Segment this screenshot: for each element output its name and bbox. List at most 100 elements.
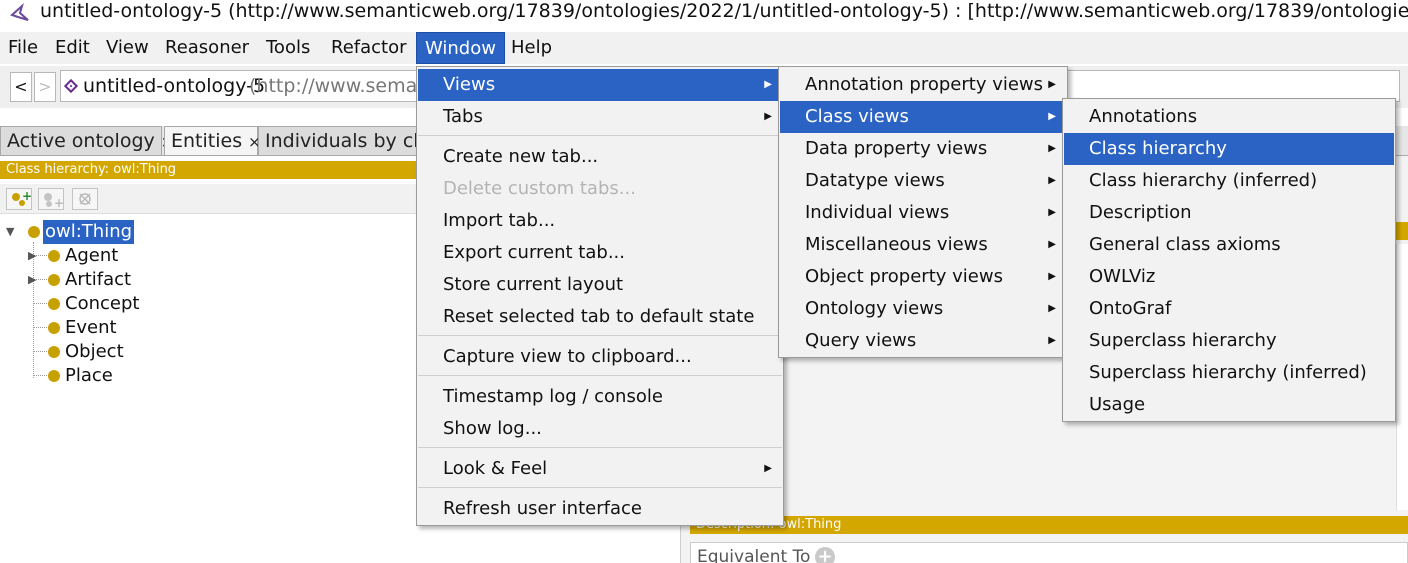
class-label[interactable]: Event xyxy=(65,316,117,340)
back-button[interactable]: < xyxy=(10,72,32,102)
submenu-arrow-icon: ▶ xyxy=(764,79,772,90)
menu-item-description[interactable]: Description xyxy=(1064,197,1394,229)
menu-item-timestamp-log[interactable]: Timestamp log / console xyxy=(418,381,782,413)
tree-row[interactable]: ▶ Artifact xyxy=(0,268,420,292)
expanded-arrow-icon[interactable]: ▼ xyxy=(6,220,16,244)
delete-icon xyxy=(79,193,91,205)
menu-item-query-views[interactable]: Query views ▶ xyxy=(780,325,1066,357)
window-menu: Views ▶ Tabs ▶ Create new tab... Delete cu… xyxy=(416,66,784,526)
protege-app-icon xyxy=(10,3,29,21)
class-hierarchy-header: Class hierarchy: owl:Thing xyxy=(0,161,420,179)
menu-item-individual-views[interactable]: Individual views ▶ xyxy=(780,197,1066,229)
description-header: Description: owl:Thing xyxy=(690,516,1408,534)
menu-item-superclass-hierarchy[interactable]: Superclass hierarchy xyxy=(1064,325,1394,357)
menu-item-class-hierarchy[interactable]: Class hierarchy xyxy=(1064,133,1394,165)
menu-item-views[interactable]: Views ▶ xyxy=(418,69,782,101)
menu-item-reset-selected-tab[interactable]: Reset selected tab to default state xyxy=(418,301,782,333)
tab-active-ontology[interactable]: Active ontology× xyxy=(0,126,173,156)
ontology-iri: (http://www.seman xyxy=(249,75,430,97)
menu-reasoner[interactable]: Reasoner xyxy=(157,32,257,64)
menu-item-label: Tabs xyxy=(443,106,483,127)
menu-item-annotation-property-views[interactable]: Annotation property views ▶ xyxy=(780,69,1066,101)
window-title: untitled-ontology-5 (http://www.semantic… xyxy=(40,0,1408,22)
menu-item-class-views[interactable]: Class views ▶ xyxy=(780,101,1066,133)
forward-button[interactable]: > xyxy=(34,72,56,102)
collapsed-arrow-icon[interactable]: ▶ xyxy=(28,244,38,268)
menu-item-label: Object property views xyxy=(805,266,1003,287)
class-label[interactable]: Object xyxy=(65,340,124,364)
menu-file[interactable]: File xyxy=(0,32,46,64)
class-label[interactable]: Concept xyxy=(65,292,139,316)
menu-view[interactable]: View xyxy=(98,32,157,64)
tree-row[interactable]: ▶ Agent xyxy=(0,244,420,268)
menu-item-owlviz[interactable]: OWLViz xyxy=(1064,261,1394,293)
menu-item-class-hierarchy-inferred[interactable]: Class hierarchy (inferred) xyxy=(1064,165,1394,197)
delete-class-button[interactable] xyxy=(72,188,98,210)
class-label[interactable]: Agent xyxy=(65,244,118,268)
menu-refactor[interactable]: Refactor xyxy=(323,32,415,64)
menu-item-label: Datatype views xyxy=(805,170,945,191)
class-icon xyxy=(48,250,60,262)
submenu-arrow-icon: ▶ xyxy=(764,463,772,474)
equivalent-to-section: Equivalent To + xyxy=(690,542,1408,563)
menu-item-refresh-ui[interactable]: Refresh user interface xyxy=(418,493,782,525)
menu-item-label: Class views xyxy=(805,106,909,127)
menu-separator xyxy=(418,447,782,448)
menu-item-object-property-views[interactable]: Object property views ▶ xyxy=(780,261,1066,293)
menu-item-look-and-feel[interactable]: Look & Feel ▶ xyxy=(418,453,782,485)
menu-item-datatype-views[interactable]: Datatype views ▶ xyxy=(780,165,1066,197)
menu-item-tabs[interactable]: Tabs ▶ xyxy=(418,101,782,133)
menu-help[interactable]: Help xyxy=(503,32,560,64)
menu-tools[interactable]: Tools xyxy=(258,32,318,64)
tree-row[interactable]: Place xyxy=(0,364,420,388)
submenu-arrow-icon: ▶ xyxy=(1048,175,1056,186)
menu-item-delete-custom-tabs: Delete custom tabs... xyxy=(443,178,636,199)
submenu-arrow-icon: ▶ xyxy=(1048,335,1056,346)
collapsed-arrow-icon[interactable]: ▶ xyxy=(28,268,38,292)
menu-separator xyxy=(418,375,782,376)
menu-item-create-new-tab[interactable]: Create new tab... xyxy=(418,141,782,173)
menu-item-miscellaneous-views[interactable]: Miscellaneous views ▶ xyxy=(780,229,1066,261)
class-label[interactable]: Place xyxy=(65,364,113,388)
menu-item-general-class-axioms[interactable]: General class axioms xyxy=(1064,229,1394,261)
tab-entities[interactable]: Entities × xyxy=(164,126,261,156)
submenu-arrow-icon: ▶ xyxy=(1048,207,1056,218)
add-subclass-button[interactable]: + xyxy=(6,188,32,210)
tree-row[interactable]: Object xyxy=(0,340,420,364)
menu-item-data-property-views[interactable]: Data property views ▶ xyxy=(780,133,1066,165)
tree-row-root[interactable]: ▼ owl:Thing xyxy=(0,220,420,244)
menu-window[interactable]: Window xyxy=(416,32,505,64)
submenu-arrow-icon: ▶ xyxy=(1048,79,1056,90)
menu-item-store-current-layout[interactable]: Store current layout xyxy=(418,269,782,301)
class-icon xyxy=(48,370,60,382)
menu-item-import-tab[interactable]: Import tab... xyxy=(418,205,782,237)
menu-item-superclass-hierarchy-inferred[interactable]: Superclass hierarchy (inferred) xyxy=(1064,357,1394,389)
menu-item-label: Views xyxy=(443,74,496,95)
menu-item-ontology-views[interactable]: Ontology views ▶ xyxy=(780,293,1066,325)
menu-item-label: Look & Feel xyxy=(443,458,548,479)
class-dot-icon xyxy=(12,193,20,201)
menu-item-capture-view[interactable]: Capture view to clipboard... xyxy=(418,341,782,373)
add-equivalent-button[interactable]: + xyxy=(815,547,835,563)
menu-item-show-log[interactable]: Show log... xyxy=(418,413,782,445)
menu-item-export-current-tab[interactable]: Export current tab... xyxy=(418,237,782,269)
submenu-arrow-icon: ▶ xyxy=(1048,303,1056,314)
menu-item-usage[interactable]: Usage xyxy=(1064,389,1394,421)
tree-row[interactable]: Event xyxy=(0,316,420,340)
menu-edit[interactable]: Edit xyxy=(47,32,98,64)
plus-icon: + xyxy=(22,189,33,203)
class-dot-icon xyxy=(46,201,52,207)
submenu-arrow-icon: ▶ xyxy=(764,111,772,122)
class-label[interactable]: Artifact xyxy=(65,268,131,292)
add-sibling-button[interactable]: + xyxy=(38,188,64,210)
tree-row[interactable]: Concept xyxy=(0,292,420,316)
class-label[interactable]: owl:Thing xyxy=(43,220,135,244)
menu-item-ontograf[interactable]: OntoGraf xyxy=(1064,293,1394,325)
menu-separator xyxy=(418,135,782,136)
class-icon xyxy=(48,274,60,286)
tab-label: Entities xyxy=(171,130,243,152)
tab-individuals-by-class[interactable]: Individuals by clas xyxy=(258,126,420,156)
ontology-name: untitled-ontology-5 xyxy=(83,75,266,97)
views-submenu: Annotation property views ▶ Class views ▶ … xyxy=(778,66,1068,358)
menu-item-annotations[interactable]: Annotations xyxy=(1064,101,1394,133)
